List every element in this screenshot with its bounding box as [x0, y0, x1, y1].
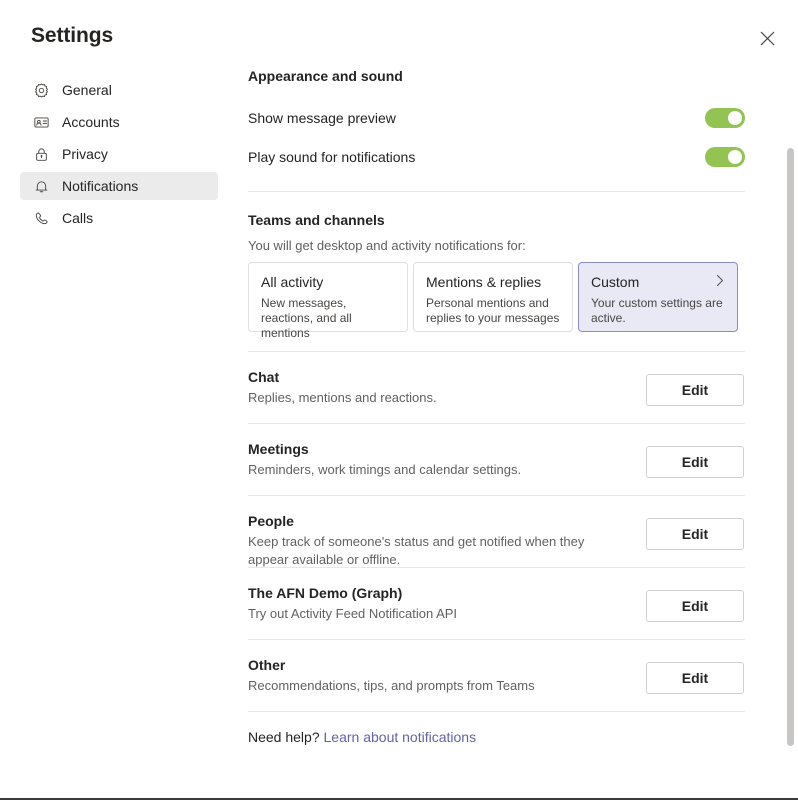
- phone-icon: [32, 209, 50, 227]
- setting-row-name: Chat: [248, 368, 628, 387]
- setting-row-text: The AFN Demo (Graph) Try out Activity Fe…: [248, 584, 628, 623]
- setting-row-desc: Keep track of someone's status and get n…: [248, 533, 628, 569]
- play-sound-toggle[interactable]: [705, 147, 745, 167]
- setting-row-name: The AFN Demo (Graph): [248, 584, 628, 603]
- toggle-knob: [728, 150, 742, 164]
- show-message-preview-toggle[interactable]: [705, 108, 745, 128]
- sidebar-item-privacy[interactable]: Privacy: [20, 140, 218, 168]
- sidebar-item-label: General: [62, 81, 112, 99]
- edit-button-afn-demo[interactable]: Edit: [646, 590, 744, 622]
- divider: [248, 351, 745, 352]
- divider: [248, 423, 745, 424]
- edit-button-meetings[interactable]: Edit: [646, 446, 744, 478]
- id-card-icon: [32, 113, 50, 131]
- setting-row-people: People Keep track of someone's status an…: [248, 512, 745, 569]
- divider: [248, 711, 745, 712]
- settings-nav: General Accounts: [0, 76, 230, 232]
- setting-row-meetings: Meetings Reminders, work timings and cal…: [248, 440, 745, 479]
- divider: [248, 639, 745, 640]
- divider: [248, 191, 745, 192]
- preset-card-desc: Your custom settings are active.: [591, 296, 725, 326]
- chevron-right-icon: [714, 274, 726, 287]
- preset-card-mentions-replies[interactable]: Mentions & replies Personal mentions and…: [413, 262, 573, 332]
- lock-icon: [32, 145, 50, 163]
- scrollbar-thumb[interactable]: [787, 148, 794, 746]
- setting-row-name: Meetings: [248, 440, 628, 459]
- setting-row-text: People Keep track of someone's status an…: [248, 512, 628, 569]
- preset-card-desc: New messages, reactions, and all mention…: [261, 296, 395, 341]
- toggle-knob: [728, 111, 742, 125]
- edit-button-chat[interactable]: Edit: [646, 374, 744, 406]
- setting-row-desc: Try out Activity Feed Notification API: [248, 605, 628, 623]
- setting-row-afn-demo: The AFN Demo (Graph) Try out Activity Fe…: [248, 584, 745, 623]
- notifications-panel: Appearance and sound Show message previe…: [248, 0, 746, 800]
- edit-button-people[interactable]: Edit: [646, 518, 744, 550]
- close-icon: [760, 31, 775, 46]
- play-sound-row: Play sound for notifications: [248, 144, 745, 170]
- sidebar-item-label: Notifications: [62, 177, 138, 195]
- sidebar-item-label: Accounts: [62, 113, 120, 131]
- setting-row-text: Chat Replies, mentions and reactions.: [248, 368, 628, 407]
- setting-row-other: Other Recommendations, tips, and prompts…: [248, 656, 745, 695]
- preset-card-all-activity[interactable]: All activity New messages, reactions, an…: [248, 262, 408, 332]
- close-button[interactable]: [753, 24, 781, 52]
- gear-icon: [32, 81, 50, 99]
- setting-row-text: Meetings Reminders, work timings and cal…: [248, 440, 628, 479]
- sidebar-item-calls[interactable]: Calls: [20, 204, 218, 232]
- teams-channels-heading: Teams and channels: [248, 212, 385, 228]
- teams-channels-subheading: You will get desktop and activity notifi…: [248, 238, 526, 253]
- sidebar-item-label: Calls: [62, 209, 93, 227]
- scrollbar-track[interactable]: [786, 0, 796, 800]
- divider: [248, 495, 745, 496]
- sidebar-item-accounts[interactable]: Accounts: [20, 108, 218, 136]
- need-help-text: Need help? Learn about notifications: [248, 729, 476, 745]
- play-sound-label: Play sound for notifications: [248, 149, 415, 165]
- need-help-label: Need help?: [248, 729, 320, 745]
- preset-card-title: Mentions & replies: [426, 273, 560, 291]
- preset-card-title: Custom: [591, 273, 725, 291]
- setting-row-desc: Recommendations, tips, and prompts from …: [248, 677, 628, 695]
- learn-about-notifications-link[interactable]: Learn about notifications: [324, 729, 477, 745]
- notification-preset-cards: All activity New messages, reactions, an…: [248, 262, 738, 332]
- setting-row-desc: Replies, mentions and reactions.: [248, 389, 628, 407]
- setting-row-name: People: [248, 512, 628, 531]
- preset-card-desc: Personal mentions and replies to your me…: [426, 296, 560, 326]
- sidebar-item-general[interactable]: General: [20, 76, 218, 104]
- bell-icon: [32, 177, 50, 195]
- show-message-preview-label: Show message preview: [248, 110, 396, 126]
- appearance-heading: Appearance and sound: [248, 68, 403, 84]
- setting-row-name: Other: [248, 656, 628, 675]
- sidebar-item-notifications[interactable]: Notifications: [20, 172, 218, 200]
- preset-card-custom[interactable]: Custom Your custom settings are active.: [578, 262, 738, 332]
- preset-card-title: All activity: [261, 273, 395, 291]
- sidebar-item-label: Privacy: [62, 145, 108, 163]
- page-title: Settings: [31, 24, 113, 48]
- setting-row-desc: Reminders, work timings and calendar set…: [248, 461, 628, 479]
- divider: [248, 567, 745, 568]
- show-message-preview-row: Show message preview: [248, 105, 745, 131]
- setting-row-chat: Chat Replies, mentions and reactions. Ed…: [248, 368, 745, 407]
- settings-dialog: Settings General: [0, 0, 798, 800]
- edit-button-other[interactable]: Edit: [646, 662, 744, 694]
- setting-row-text: Other Recommendations, tips, and prompts…: [248, 656, 628, 695]
